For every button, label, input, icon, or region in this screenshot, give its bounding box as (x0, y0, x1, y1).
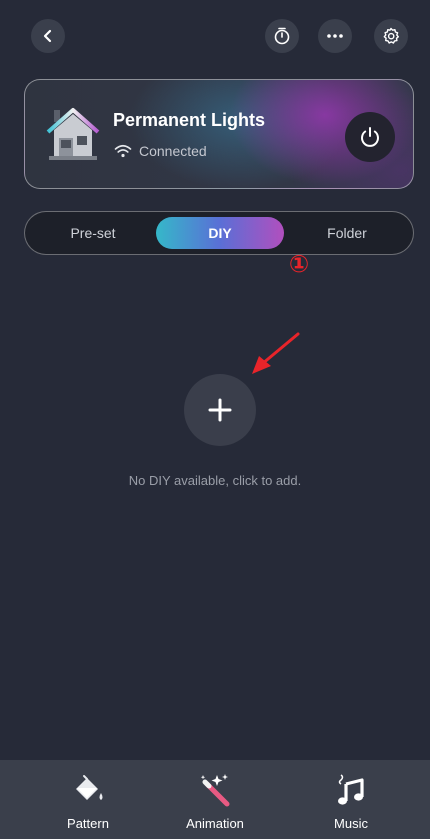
timer-button[interactable] (265, 19, 299, 53)
mode-tabs: Pre-set DIY Folder (24, 211, 414, 255)
add-diy-button[interactable] (184, 374, 256, 446)
more-button[interactable] (318, 19, 352, 53)
gear-icon (383, 27, 399, 44)
power-button[interactable] (345, 112, 395, 162)
music-note-icon (338, 774, 364, 805)
chevron-left-icon (43, 29, 52, 43)
top-bar (0, 0, 430, 70)
nav-label-animation: Animation (186, 816, 244, 831)
nav-music[interactable]: Music (291, 760, 411, 839)
nav-pattern[interactable]: Pattern (28, 760, 148, 839)
connection-status: Connected (139, 143, 207, 159)
power-icon (361, 127, 379, 147)
bottom-nav: Pattern Animation Music (0, 760, 430, 839)
paint-bucket-icon (76, 775, 103, 800)
device-name: Permanent Lights (113, 110, 266, 130)
tab-folder[interactable]: Folder (297, 212, 397, 254)
tab-diy[interactable]: DIY (156, 217, 284, 249)
step-marker: ① 1 (286, 252, 312, 278)
wifi-icon (114, 144, 132, 158)
step-marker-label: ① (288, 252, 310, 278)
nav-animation[interactable]: Animation (155, 760, 275, 839)
device-card[interactable]: Permanent Lights Connected (24, 79, 414, 189)
more-horizontal-icon (327, 34, 343, 38)
nav-label-pattern: Pattern (67, 816, 109, 831)
magic-wand-icon (200, 774, 230, 807)
annotation-arrow (252, 332, 300, 374)
house-icon (46, 108, 100, 160)
empty-state-message: No DIY available, click to add. (128, 473, 302, 488)
plus-icon (208, 398, 232, 422)
tab-preset[interactable]: Pre-set (43, 212, 143, 254)
nav-label-music: Music (334, 816, 368, 831)
settings-button[interactable] (374, 19, 408, 53)
timer-icon (274, 27, 290, 45)
back-button[interactable] (31, 19, 65, 53)
